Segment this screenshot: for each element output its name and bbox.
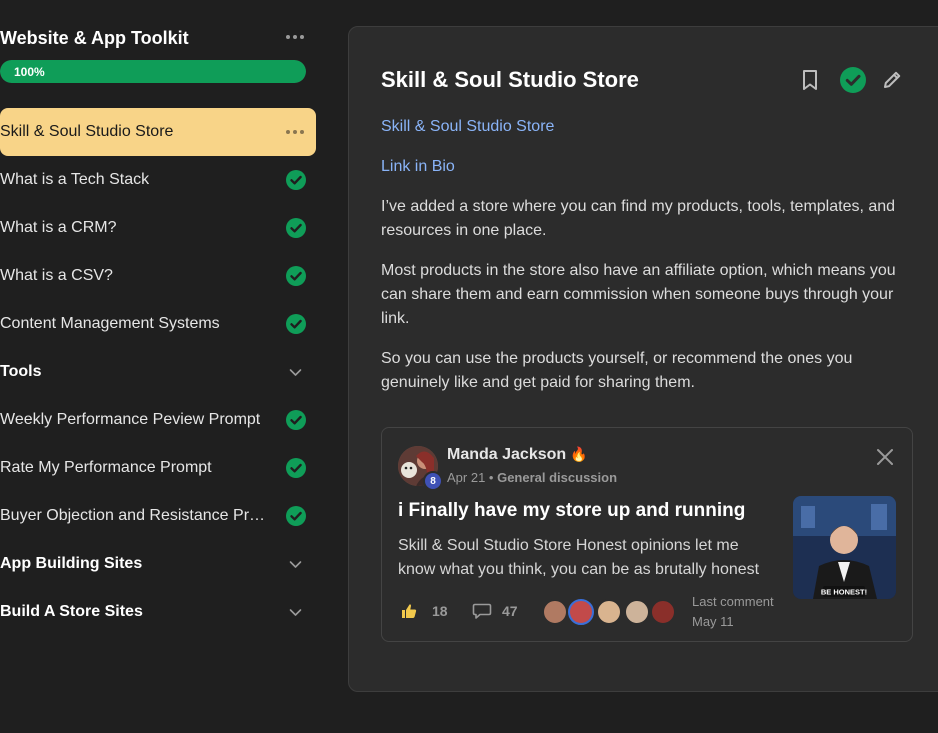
lesson-label: Skill & Soul Studio Store xyxy=(0,123,174,140)
lesson-panel: Skill & Soul Studio Store Skill & Soul S… xyxy=(348,26,938,692)
lesson-item-buyer-objection[interactable]: Buyer Objection and Resistance Pro... xyxy=(0,492,316,540)
lesson-label: Buyer Objection and Resistance Pro... xyxy=(0,507,268,524)
course-progress-bar: 100% xyxy=(0,60,306,83)
thumbnail-caption: BE HONEST! xyxy=(821,588,867,597)
lesson-item-skill-soul-studio-store[interactable]: Skill & Soul Studio Store xyxy=(0,108,316,156)
lesson-item-cms[interactable]: Content Management Systems xyxy=(0,300,316,348)
post-thumbnail[interactable]: BE HONEST! xyxy=(793,496,896,599)
section-app-building-sites[interactable]: App Building Sites xyxy=(0,540,316,588)
completed-check-icon xyxy=(286,314,306,334)
comment-count: 47 xyxy=(502,603,518,619)
gif-thumbnail-image: BE HONEST! xyxy=(793,496,896,599)
commenter-avatar[interactable] xyxy=(624,599,650,625)
link-in-bio-link[interactable]: Link in Bio xyxy=(381,155,911,179)
section-label: Tools xyxy=(0,363,42,380)
comment-icon[interactable] xyxy=(472,602,492,620)
lesson-label: What is a Tech Stack xyxy=(0,171,150,188)
progress-fill: 100% xyxy=(0,60,306,83)
post-date: Apr 21 xyxy=(447,470,486,485)
lesson-label: What is a CSV? xyxy=(0,267,113,284)
section-build-a-store-sites[interactable]: Build A Store Sites xyxy=(0,588,316,636)
post-author[interactable]: Manda Jackson 🔥 xyxy=(447,446,588,464)
last-comment-info: Last comment May 11 xyxy=(692,592,774,632)
commenter-avatar[interactable] xyxy=(542,599,568,625)
lesson-label: Rate My Performance Prompt xyxy=(0,459,212,476)
store-link[interactable]: Skill & Soul Studio Store xyxy=(381,115,911,139)
chevron-down-icon[interactable] xyxy=(289,366,302,379)
completed-check-icon xyxy=(286,266,306,286)
completed-check-icon xyxy=(286,506,306,526)
mark-complete-check-icon[interactable] xyxy=(840,67,866,93)
commenter-avatars xyxy=(542,599,682,625)
post-meta: Apr 21 • General discussion xyxy=(447,470,618,485)
lesson-title: Skill & Soul Studio Store xyxy=(381,67,639,92)
section-tools[interactable]: Tools xyxy=(0,348,316,396)
post-body: Skill & Soul Studio Store Honest opinion… xyxy=(398,537,760,578)
fire-icon: 🔥 xyxy=(570,446,588,462)
post-category[interactable]: General discussion xyxy=(497,470,617,485)
last-comment-date: May 11 xyxy=(692,614,734,629)
lesson-content: Skill & Soul Studio Store Link in Bio I’… xyxy=(381,115,911,411)
commenter-avatar[interactable] xyxy=(568,599,594,625)
post-stats: 18 47 Last comment May 11 xyxy=(398,594,898,629)
section-label: Build A Store Sites xyxy=(0,603,143,620)
lesson-item-rate-my-performance[interactable]: Rate My Performance Prompt xyxy=(0,444,316,492)
level-badge: 8 xyxy=(423,471,443,491)
lesson-item-tech-stack[interactable]: What is a Tech Stack xyxy=(0,156,316,204)
lesson-label: Weekly Performance Peview Prompt xyxy=(0,411,261,428)
sidebar: Website & App Toolkit 100% Skill & Soul … xyxy=(0,0,316,733)
post-title[interactable]: i Finally have my store up and running xyxy=(398,500,745,522)
commenter-avatar[interactable] xyxy=(596,599,622,625)
edit-pencil-icon[interactable] xyxy=(881,69,903,91)
last-comment-label: Last comment xyxy=(692,594,774,609)
course-more-options-icon[interactable] xyxy=(286,34,304,40)
lesson-label: What is a CRM? xyxy=(0,219,117,236)
bookmark-icon[interactable] xyxy=(799,68,821,92)
lesson-item-crm[interactable]: What is a CRM? xyxy=(0,204,316,252)
chevron-down-icon[interactable] xyxy=(289,606,302,619)
content-paragraph: Most products in the store also have an … xyxy=(381,262,896,327)
commenter-avatar[interactable] xyxy=(650,599,676,625)
lesson-more-options-icon[interactable] xyxy=(286,129,304,135)
content-paragraph: I’ve added a store where you can find my… xyxy=(381,198,896,239)
embedded-post-card[interactable]: 8 Manda Jackson 🔥 Apr 21 • General discus… xyxy=(381,427,913,642)
completed-check-icon xyxy=(286,218,306,238)
lesson-list: Skill & Soul Studio Store What is a Tech… xyxy=(0,108,316,636)
course-header: Website & App Toolkit xyxy=(0,28,316,52)
completed-check-icon xyxy=(286,170,306,190)
content-paragraph: So you can use the products yourself, or… xyxy=(381,350,853,391)
like-count: 18 xyxy=(432,603,448,619)
chevron-down-icon[interactable] xyxy=(289,558,302,571)
close-icon[interactable] xyxy=(876,448,894,466)
lesson-label: Content Management Systems xyxy=(0,315,220,332)
author-name[interactable]: Manda Jackson xyxy=(447,446,566,463)
lesson-item-csv[interactable]: What is a CSV? xyxy=(0,252,316,300)
progress-label: 100% xyxy=(14,64,45,79)
thumbs-up-icon[interactable] xyxy=(400,602,418,620)
section-label: App Building Sites xyxy=(0,555,143,572)
lesson-item-weekly-performance[interactable]: Weekly Performance Peview Prompt xyxy=(0,396,316,444)
course-title: Website & App Toolkit xyxy=(0,28,189,48)
completed-check-icon xyxy=(286,458,306,478)
completed-check-icon xyxy=(286,410,306,430)
